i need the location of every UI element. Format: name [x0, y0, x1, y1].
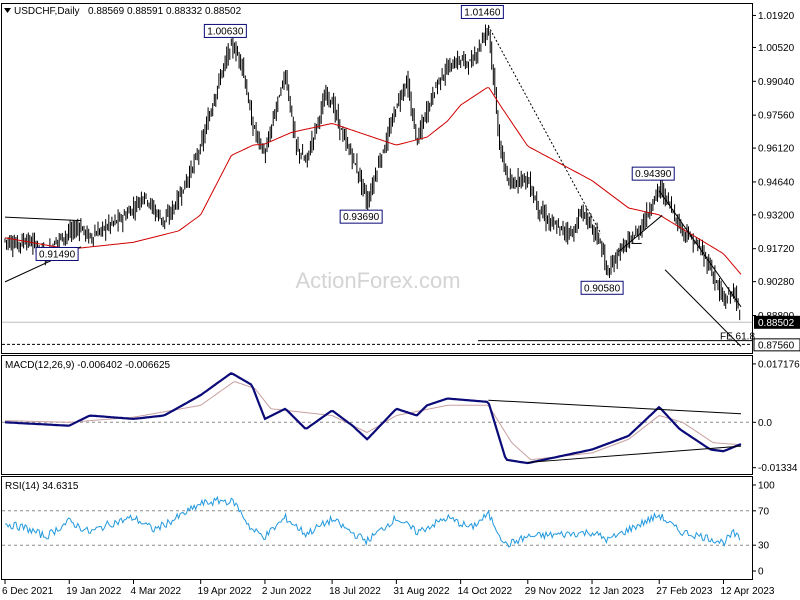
rsi-y-tick-label: 30	[758, 541, 770, 552]
ohlc-close: 0.88502	[205, 6, 242, 17]
x-tick-label: 31 Aug 2022	[393, 586, 450, 597]
price-label-box: 0.93690	[339, 209, 383, 224]
price-panel-header: USDCHF,Daily 0.88569 0.88591 0.88332 0.8…	[4, 6, 242, 17]
x-tick-label: 29 Nov 2022	[525, 586, 582, 597]
price-label-text: 0.94390	[635, 169, 672, 180]
x-tick-label: 4 Mar 2022	[131, 586, 182, 597]
ohlc-low: 0.88332	[166, 6, 203, 17]
price-label-box: 1.01460	[460, 4, 504, 19]
rsi-panel-frame	[1, 476, 753, 580]
macd-y-tick-label: -0.01334	[758, 463, 798, 474]
price-label-text: 0.91490	[39, 249, 76, 260]
rsi-y-tick-label: 100	[758, 481, 775, 492]
price-label-box: 1.00630	[203, 23, 247, 38]
macd-panel-frame	[1, 355, 753, 475]
price-label-text: 0.90580	[584, 283, 621, 294]
x-tick-label: 2 Jun 2022	[262, 586, 312, 597]
x-tick-label: 27 Feb 2023	[656, 586, 713, 597]
y-tick-label: 0.99040	[758, 77, 795, 88]
ohlc-open: 0.88569	[88, 6, 125, 17]
y-tick-label: 0.90280	[758, 277, 795, 288]
support-price-tag-label: 0.87560	[758, 340, 795, 351]
x-tick-label: 19 Apr 2022	[198, 586, 252, 597]
macd-label: MACD(12,26,9) -0.006402 -0.006625	[5, 360, 171, 371]
rsi-label: RSI(14) 34.6315	[5, 481, 79, 492]
y-tick-label: 0.91720	[758, 244, 795, 255]
y-tick-label: 0.97560	[758, 111, 795, 122]
rsi-y-tick-label: 70	[758, 506, 770, 517]
y-tick-label: 0.94640	[758, 177, 795, 188]
x-tick-label: 12 Apr 2023	[720, 586, 774, 597]
macd-y-tick-label: 0.0	[758, 418, 772, 429]
x-tick-label: 6 Dec 2021	[2, 586, 54, 597]
x-tick-label: 14 Oct 2022	[458, 586, 513, 597]
price-label-box: 0.91490	[35, 246, 79, 261]
y-tick-label: 0.96120	[758, 144, 795, 155]
price-label-text: 1.01460	[464, 7, 501, 18]
chart-root: ActionForex.com 1.00630 1.01460 0.93690 0.9…	[1, 3, 800, 597]
price-label-text: 0.93690	[343, 212, 380, 223]
y-tick-label: 1.00520	[758, 43, 795, 54]
y-tick-label: 0.93200	[758, 210, 795, 221]
x-tick-label: 12 Jan 2023	[589, 586, 644, 597]
price-label-box: 0.94390	[631, 166, 675, 181]
current-price-tag-label: 0.88502	[758, 318, 795, 329]
price-label-box: 0.90580	[580, 280, 624, 295]
x-tick-label: 18 Jul 2022	[329, 586, 381, 597]
symbol-label: USDCHF,Daily	[14, 6, 80, 17]
watermark: ActionForex.com	[295, 268, 460, 293]
y-tick-label: 1.01920	[758, 11, 795, 22]
rsi-y-tick-label: 0	[758, 567, 764, 578]
macd-y-tick-label: 0.017176	[758, 359, 800, 370]
x-tick-label: 19 Jan 2022	[66, 586, 121, 597]
price-label-text: 1.00630	[207, 26, 244, 37]
ohlc-high: 0.88591	[127, 6, 164, 17]
fe-label: FE 61.8	[720, 332, 755, 343]
